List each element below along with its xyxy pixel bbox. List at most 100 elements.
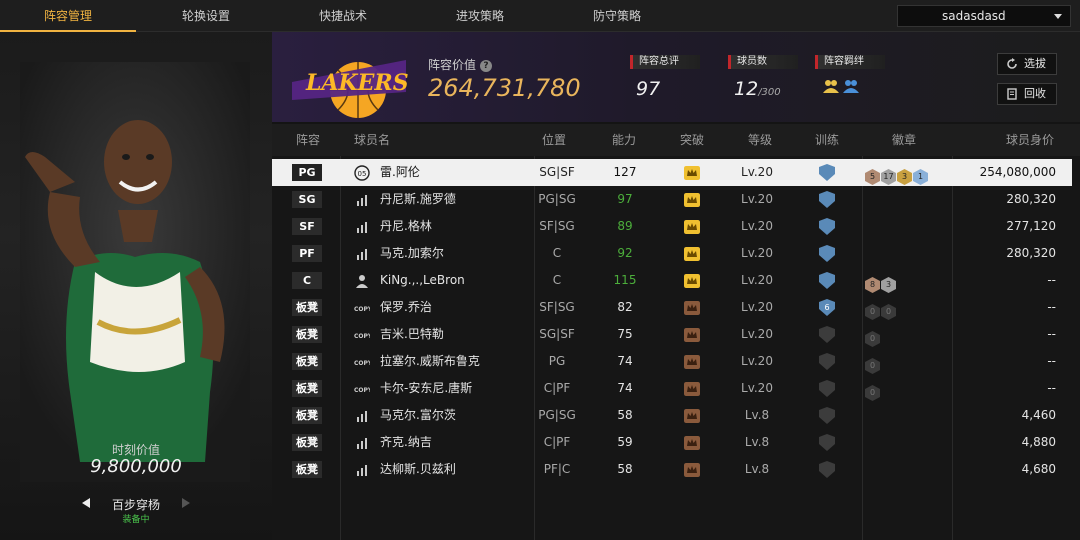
breakthrough-icon[interactable]: [684, 409, 700, 423]
training-icon[interactable]: [817, 245, 837, 262]
rating-label: 阵容总评: [630, 55, 700, 69]
next-skill-arrow-icon[interactable]: [182, 498, 190, 508]
breakthrough-icon[interactable]: [684, 436, 700, 450]
breakthrough-icon[interactable]: [684, 166, 700, 180]
badges-group[interactable]: 0: [865, 326, 881, 347]
tab-defense-strategy[interactable]: 防守策略: [549, 0, 685, 32]
badges-group[interactable]: 0: [865, 353, 881, 374]
training-icon[interactable]: [817, 353, 837, 370]
player-value: 280,320: [1006, 192, 1056, 206]
training-icon[interactable]: [817, 191, 837, 208]
tab-quick-tactics[interactable]: 快捷战术: [275, 0, 411, 32]
jersey-number-icon: 05: [354, 165, 370, 181]
player-count-value: 12/300: [734, 78, 781, 100]
select-button[interactable]: 选拔: [997, 53, 1057, 75]
badges-group[interactable]: 5 17 3 1: [865, 164, 929, 185]
table-row[interactable]: 板凳 齐克.纳吉 C|PF 59 Lv.8 4,880: [272, 429, 1072, 456]
player-name[interactable]: 马克尔.富尔茨: [380, 402, 456, 429]
table-row[interactable]: SF 丹尼.格林 SF|SG 89 Lv.20 277,120: [272, 213, 1072, 240]
col-level[interactable]: 等级: [748, 124, 772, 156]
player-value: --: [1047, 273, 1056, 287]
col-position[interactable]: 位置: [542, 124, 566, 156]
breakthrough-icon[interactable]: [684, 328, 700, 342]
table-row[interactable]: C KiNg.,.,LeBron C 115 Lv.20 8 3 --: [272, 267, 1072, 294]
table-row[interactable]: 板凳 COPY 卡尔-安东尼.唐斯 C|PF 74 Lv.20 0 --: [272, 375, 1072, 402]
player-name[interactable]: 丹尼.格林: [380, 213, 432, 240]
tab-lineup-management[interactable]: 阵容管理: [0, 0, 136, 32]
player-level: Lv.8: [744, 408, 770, 422]
training-icon[interactable]: [817, 326, 837, 343]
player-position: C|PF: [543, 435, 571, 449]
player-name[interactable]: KiNg.,.,LeBron: [380, 267, 465, 294]
training-icon[interactable]: [817, 218, 837, 235]
bond-icons[interactable]: [815, 77, 885, 99]
table-row[interactable]: PF 马克.加索尔 C 92 Lv.20 280,320: [272, 240, 1072, 267]
slot-label: 板凳: [292, 299, 322, 316]
player-position: SF|SG: [539, 300, 575, 314]
breakthrough-icon[interactable]: [684, 301, 700, 315]
player-position: SF|SG: [539, 219, 575, 233]
breakthrough-icon[interactable]: [684, 220, 700, 234]
player-value: 254,080,000: [979, 165, 1056, 179]
player-name[interactable]: 达柳斯.贝兹利: [380, 456, 456, 483]
player-position: SG|SF: [539, 165, 575, 179]
player-name[interactable]: 丹尼斯.施罗德: [380, 186, 456, 213]
player-name[interactable]: 保罗.乔治: [380, 294, 432, 321]
table-row[interactable]: 板凳 达柳斯.贝兹利 PF|C 58 Lv.8 4,680: [272, 456, 1072, 483]
training-icon[interactable]: [817, 164, 837, 181]
top-nav: 阵容管理 轮换设置 快捷战术 进攻策略 防守策略 sadasdasd: [0, 0, 1080, 32]
user-dropdown[interactable]: sadasdasd: [897, 5, 1071, 27]
training-icon[interactable]: [817, 461, 837, 478]
badge-icon: 0: [865, 304, 880, 320]
training-icon[interactable]: [817, 434, 837, 451]
svg-text:6: 6: [824, 303, 829, 312]
breakthrough-icon[interactable]: [684, 247, 700, 261]
player-ability: 115: [613, 273, 637, 287]
player-position: PG|SG: [538, 192, 576, 206]
player-level: Lv.20: [741, 192, 773, 206]
breakthrough-icon[interactable]: [684, 463, 700, 477]
col-value[interactable]: 球员身价: [1006, 124, 1054, 156]
player-name[interactable]: 拉塞尔.威斯布鲁克: [380, 348, 480, 375]
player-level: Lv.20: [741, 165, 773, 179]
col-training[interactable]: 训练: [815, 124, 839, 156]
badges-group[interactable]: 0: [865, 380, 881, 401]
table-row[interactable]: 板凳 COPY 保罗.乔治 SF|SG 82 Lv.20 6 00 --: [272, 294, 1072, 321]
player-position: C|PF: [543, 381, 571, 395]
svg-text:LAKERS: LAKERS: [305, 70, 409, 96]
training-icon[interactable]: [817, 380, 837, 397]
col-breakthrough[interactable]: 突破: [680, 124, 704, 156]
player-name[interactable]: 吉米.巴特勒: [380, 321, 444, 348]
player-name[interactable]: 卡尔-安东尼.唐斯: [380, 375, 472, 402]
tab-rotation-settings[interactable]: 轮换设置: [138, 0, 274, 32]
training-icon[interactable]: 6: [817, 299, 837, 316]
breakthrough-icon[interactable]: [684, 274, 700, 288]
table-row[interactable]: 板凳 COPY 拉塞尔.威斯布鲁克 PG 74 Lv.20 0 --: [272, 348, 1072, 375]
recycle-button[interactable]: 回收: [997, 83, 1057, 105]
col-badges[interactable]: 徽章: [892, 124, 916, 156]
training-icon[interactable]: [817, 407, 837, 424]
table-row[interactable]: 板凳 马克尔.富尔茨 PG|SG 58 Lv.8 4,460: [272, 402, 1072, 429]
player-level: Lv.20: [741, 354, 773, 368]
person-icon: [356, 275, 368, 288]
col-slot[interactable]: 阵容: [296, 124, 320, 156]
table-row[interactable]: PG 05 雷.阿伦 SG|SF 127 Lv.20 5 17 3 1 254,080,000: [272, 159, 1072, 186]
help-icon[interactable]: ?: [480, 60, 493, 72]
breakthrough-icon[interactable]: [684, 193, 700, 207]
bond-stat: 阵容羁绊: [815, 55, 885, 99]
table-row[interactable]: 板凳 COPY 吉米.巴特勒 SG|SF 75 Lv.20 0 --: [272, 321, 1072, 348]
lineup-value-label: 阵容价值?: [428, 56, 493, 73]
player-name[interactable]: 齐克.纳吉: [380, 429, 432, 456]
player-name[interactable]: 马克.加索尔: [380, 240, 444, 267]
col-ability[interactable]: 能力: [612, 124, 636, 156]
breakthrough-icon[interactable]: [684, 382, 700, 396]
player-name[interactable]: 雷.阿伦: [380, 159, 420, 186]
badges-group[interactable]: 83: [865, 272, 897, 293]
player-value: 4,880: [1021, 435, 1056, 449]
col-name[interactable]: 球员名: [354, 124, 390, 156]
training-icon[interactable]: [817, 272, 837, 289]
table-row[interactable]: SG 丹尼斯.施罗德 PG|SG 97 Lv.20 280,320: [272, 186, 1072, 213]
breakthrough-icon[interactable]: [684, 355, 700, 369]
tab-offense-strategy[interactable]: 进攻策略: [412, 0, 548, 32]
badges-group[interactable]: 00: [865, 299, 897, 320]
